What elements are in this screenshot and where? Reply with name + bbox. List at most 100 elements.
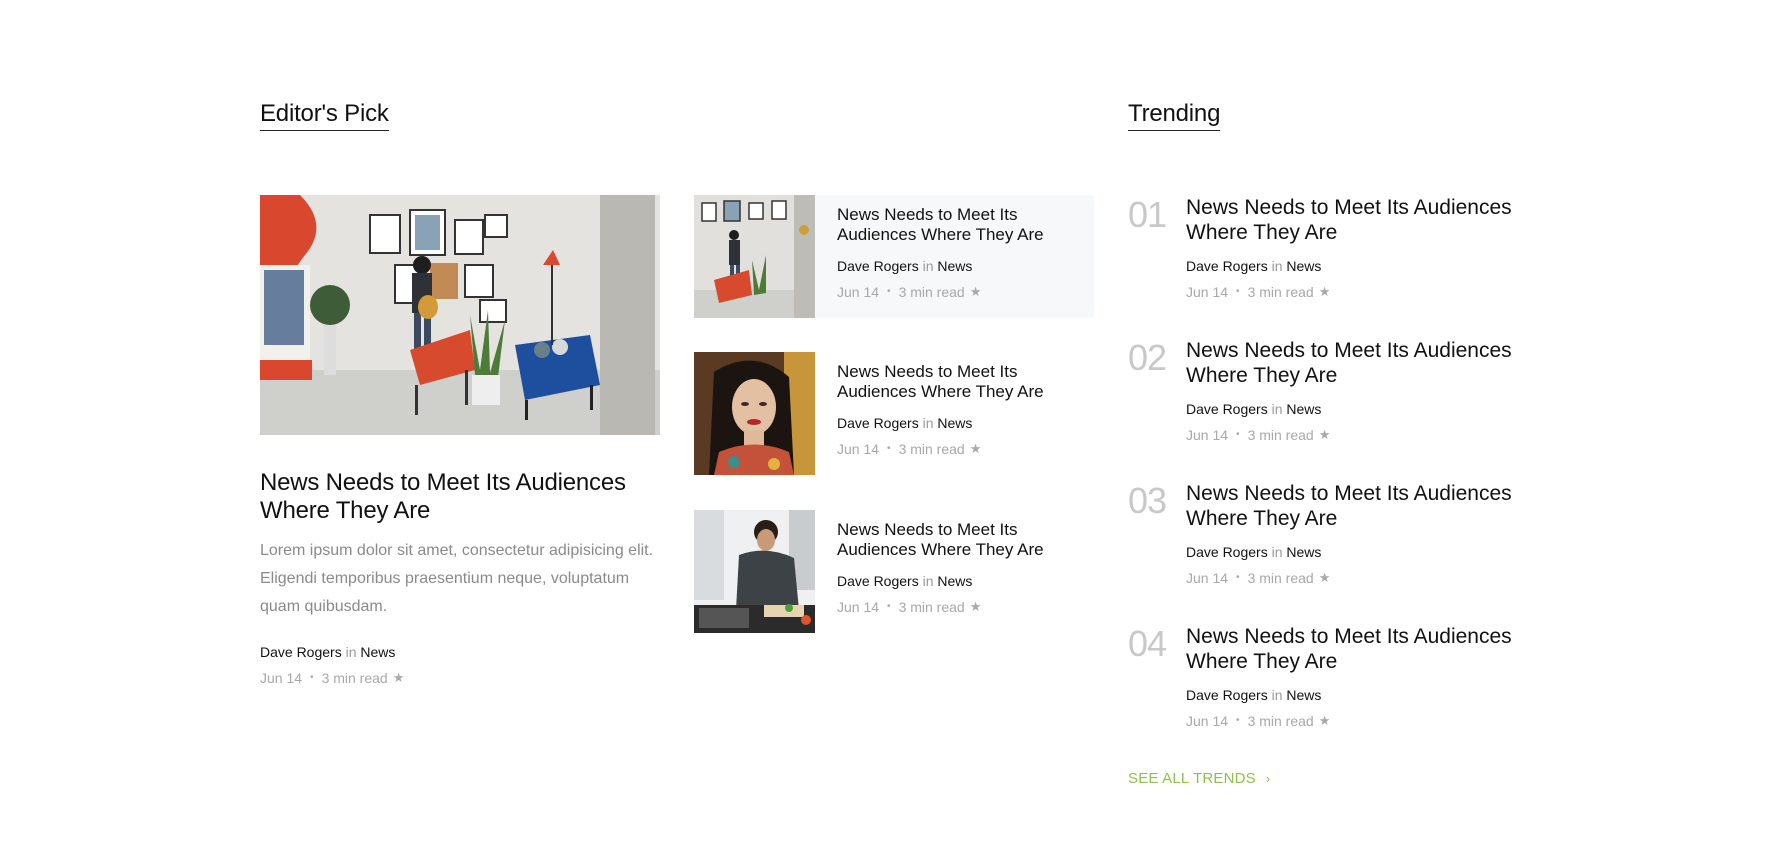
category-link[interactable]: News (937, 573, 972, 589)
date: Jun 14 (1186, 427, 1229, 443)
trending-number: 01 (1128, 194, 1167, 235)
trending-meta: Jun 14 • 3 min read ★ (1186, 569, 1528, 587)
byline-in: in (1271, 258, 1283, 274)
separator-dot: • (1236, 286, 1240, 297)
date: Jun 14 (1186, 713, 1229, 729)
date: Jun 14 (837, 284, 880, 300)
separator-dot: • (887, 601, 891, 612)
trending-item[interactable]: 04 News Needs to Meet Its Audiences Wher… (1128, 624, 1528, 730)
trending-number: 03 (1128, 480, 1167, 521)
date: Jun 14 (1186, 284, 1229, 300)
byline-in: in (1271, 401, 1283, 417)
featured-title[interactable]: News Needs to Meet Its Audiences Where T… (260, 469, 660, 525)
star-icon[interactable]: ★ (970, 440, 982, 458)
featured-gallery-image[interactable] (260, 195, 660, 435)
trending-item[interactable]: 03 News Needs to Meet Its Audiences Wher… (1128, 481, 1528, 587)
list-item-meta: Jun 14 • 3 min read ★ (837, 598, 1094, 616)
featured-excerpt: Lorem ipsum dolor sit amet, consectetur … (260, 542, 654, 615)
chef-thumbnail[interactable] (694, 510, 815, 633)
list-item[interactable]: News Needs to Meet Its Audiences Where T… (694, 195, 1094, 318)
category-link[interactable]: News (360, 644, 395, 660)
star-icon[interactable]: ★ (970, 283, 982, 301)
list-item-meta: Jun 14 • 3 min read ★ (837, 440, 1094, 458)
star-icon[interactable]: ★ (1319, 712, 1331, 730)
trending-meta: Jun 14 • 3 min read ★ (1186, 426, 1528, 444)
read-time: 3 min read (1247, 713, 1314, 729)
read-time: 3 min read (1247, 570, 1314, 586)
trending-byline: Dave Rogers in News (1186, 543, 1528, 561)
category-link[interactable]: News (1286, 687, 1321, 703)
list-item-title[interactable]: News Needs to Meet Its Audiences Where T… (837, 520, 1094, 560)
list-item-byline: Dave Rogers in News (837, 414, 1094, 432)
byline-in: in (922, 415, 934, 431)
featured-article[interactable]: News Needs to Meet Its Audiences Where T… (260, 195, 660, 687)
byline-in: in (1271, 687, 1283, 703)
category-link[interactable]: News (1286, 258, 1321, 274)
category-link[interactable]: News (1286, 401, 1321, 417)
separator-dot: • (887, 286, 891, 297)
author-link[interactable]: Dave Rogers (837, 415, 919, 431)
star-icon[interactable]: ★ (1319, 283, 1331, 301)
separator-dot: • (1236, 572, 1240, 583)
author-link[interactable]: Dave Rogers (1186, 544, 1268, 560)
see-all-trends-link[interactable]: SEE ALL TRENDS › (1128, 770, 1270, 787)
trending-item[interactable]: 01 News Needs to Meet Its Audiences Wher… (1128, 195, 1528, 301)
category-link[interactable]: News (937, 415, 972, 431)
read-time: 3 min read (1247, 284, 1314, 300)
trending-title[interactable]: News Needs to Meet Its Audiences Where T… (1186, 338, 1528, 388)
featured-byline: Dave Rogers in News (260, 643, 660, 661)
list-item-meta: Jun 14 • 3 min read ★ (837, 283, 1094, 301)
featured-meta: Jun 14 • 3 min read ★ (260, 669, 660, 687)
byline-in: in (345, 644, 357, 660)
star-icon[interactable]: ★ (1319, 426, 1331, 444)
list-item-title[interactable]: News Needs to Meet Its Audiences Where T… (837, 362, 1094, 402)
trending-item[interactable]: 02 News Needs to Meet Its Audiences Wher… (1128, 338, 1528, 444)
byline-in: in (922, 258, 934, 274)
date: Jun 14 (1186, 570, 1229, 586)
trending-byline: Dave Rogers in News (1186, 686, 1528, 704)
gallery-thumbnail[interactable] (694, 195, 815, 318)
category-link[interactable]: News (1286, 544, 1321, 560)
trending-meta: Jun 14 • 3 min read ★ (1186, 712, 1528, 730)
list-item-byline: Dave Rogers in News (837, 257, 1094, 275)
list-item-title[interactable]: News Needs to Meet Its Audiences Where T… (837, 205, 1094, 245)
list-item-byline: Dave Rogers in News (837, 572, 1094, 590)
chevron-right-icon: › (1265, 771, 1271, 786)
portrait-thumbnail[interactable] (694, 352, 815, 475)
trending-byline: Dave Rogers in News (1186, 400, 1528, 418)
trending-title[interactable]: News Needs to Meet Its Audiences Where T… (1186, 481, 1528, 531)
list-item[interactable]: News Needs to Meet Its Audiences Where T… (694, 510, 1094, 633)
editors-pick-heading: Editor's Pick (260, 100, 389, 131)
separator-dot: • (887, 443, 891, 454)
star-icon[interactable]: ★ (1319, 569, 1331, 587)
read-time: 3 min read (321, 670, 388, 686)
trending-byline: Dave Rogers in News (1186, 257, 1528, 275)
author-link[interactable]: Dave Rogers (1186, 687, 1268, 703)
list-item[interactable]: News Needs to Meet Its Audiences Where T… (694, 352, 1094, 475)
author-link[interactable]: Dave Rogers (837, 258, 919, 274)
date: Jun 14 (837, 441, 880, 457)
read-time: 3 min read (898, 599, 965, 615)
date: Jun 14 (260, 670, 303, 686)
trending-number: 02 (1128, 337, 1167, 378)
author-link[interactable]: Dave Rogers (1186, 258, 1268, 274)
trending-meta: Jun 14 • 3 min read ★ (1186, 283, 1528, 301)
trending-title[interactable]: News Needs to Meet Its Audiences Where T… (1186, 195, 1528, 245)
separator-dot: • (310, 672, 314, 683)
author-link[interactable]: Dave Rogers (1186, 401, 1268, 417)
byline-in: in (1271, 544, 1283, 560)
star-icon[interactable]: ★ (393, 669, 405, 687)
star-icon[interactable]: ★ (970, 598, 982, 616)
trending-heading: Trending (1128, 100, 1220, 131)
date: Jun 14 (837, 599, 880, 615)
read-time: 3 min read (1247, 427, 1314, 443)
author-link[interactable]: Dave Rogers (260, 644, 342, 660)
trending-number: 04 (1128, 623, 1167, 664)
read-time: 3 min read (898, 284, 965, 300)
author-link[interactable]: Dave Rogers (837, 573, 919, 589)
byline-in: in (922, 573, 934, 589)
category-link[interactable]: News (937, 258, 972, 274)
see-all-label: SEE ALL TRENDS (1128, 770, 1256, 787)
separator-dot: • (1236, 429, 1240, 440)
trending-title[interactable]: News Needs to Meet Its Audiences Where T… (1186, 624, 1528, 674)
